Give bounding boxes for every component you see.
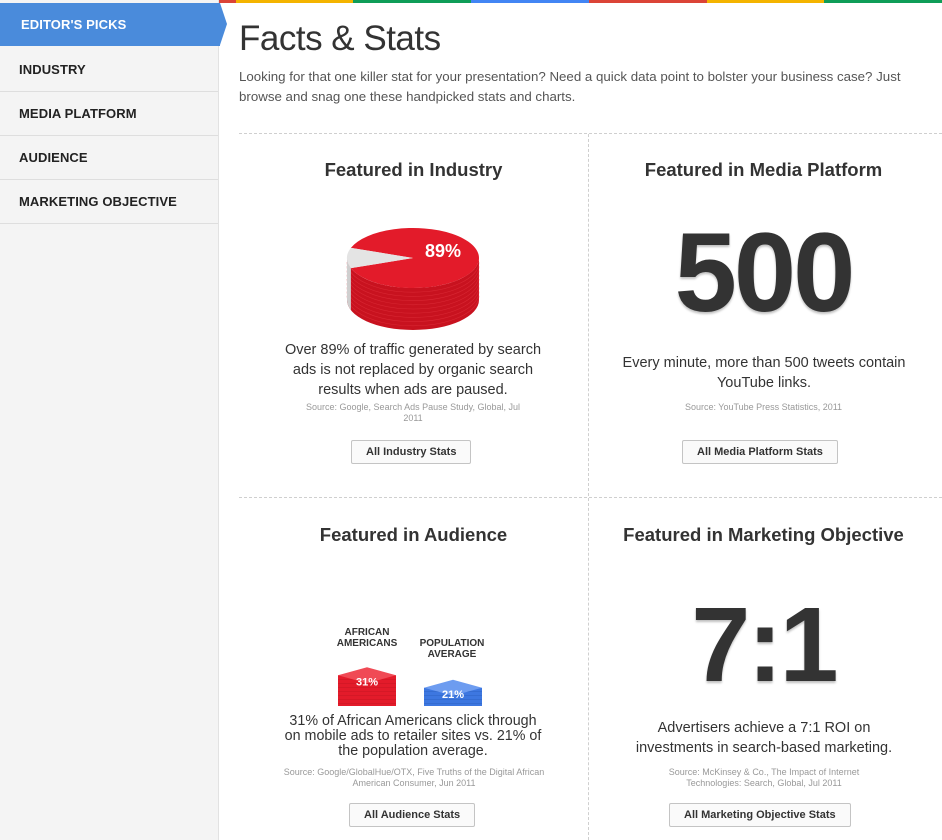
sidebar-item-industry[interactable]: INDUSTRY xyxy=(0,48,218,92)
bar-1-value-label: 31% xyxy=(356,676,378,688)
panel-title-marketing-objective: Featured in Marketing Objective xyxy=(623,524,904,545)
industry-source: Source: Google, Search Ads Pause Study, … xyxy=(306,402,520,423)
panel-marketing-objective: Featured in Marketing Objective 7:1 Adve… xyxy=(589,498,938,840)
industry-pie-chart: 89% xyxy=(346,228,480,330)
all-marketing-objective-stats-button[interactable]: All Marketing Objective Stats xyxy=(669,803,851,827)
sidebar-item-marketing-objective[interactable]: MARKETING OBJECTIVE xyxy=(0,180,218,224)
objective-description: Advertisers achieve a 7:1 ROI on investm… xyxy=(635,720,893,756)
industry-description: Over 89% of traffic generated by search … xyxy=(284,342,542,398)
all-media-platform-stats-button[interactable]: All Media Platform Stats xyxy=(682,440,838,464)
objective-big-number: 7:1 xyxy=(691,586,838,704)
bar-2-value-label: 21% xyxy=(442,689,464,701)
bar-category-label-1: AFRICAN AMERICANS xyxy=(337,627,398,649)
sidebar: EDITOR'S PICKS INDUSTRY MEDIA PLATFORM A… xyxy=(0,0,227,840)
panel-title-media-platform: Featured in Media Platform xyxy=(644,159,883,180)
objective-source: Source: McKinsey & Co., The Impact of In… xyxy=(668,767,860,788)
sidebar-item-editors-picks[interactable]: EDITOR'S PICKS xyxy=(0,3,227,46)
media-description: Every minute, more than 500 tweets conta… xyxy=(622,355,906,391)
sidebar-item-audience[interactable]: AUDIENCE xyxy=(0,136,218,180)
audience-bar-chart: AFRICAN AMERICANS POPULATION AVERAGE 31% 21… xyxy=(337,627,485,706)
sidebar-nav: INDUSTRY MEDIA PLATFORM AUDIENCE MARKETI… xyxy=(0,48,218,224)
page-title: Facts & Stats xyxy=(239,19,441,58)
main-content: Facts & Stats Looking for that one kille… xyxy=(239,0,942,840)
audience-source: Source: Google/GlobalHue/OTX, Five Truth… xyxy=(283,767,545,788)
panel-title-audience: Featured in Audience xyxy=(319,524,508,545)
industry-pie-label: 89% xyxy=(425,241,461,261)
media-source: Source: YouTube Press Statistics, 2011 xyxy=(684,402,843,412)
panel-industry: Featured in Industry 89% Over 89% of tra… xyxy=(239,134,588,497)
page-intro: Looking for that one killer stat for you… xyxy=(239,69,901,104)
media-big-number: 500 xyxy=(674,210,856,335)
sidebar-item-media-platform[interactable]: MEDIA PLATFORM xyxy=(0,92,218,136)
all-audience-stats-button[interactable]: All Audience Stats xyxy=(349,803,476,827)
panel-audience: Featured in Audience AFRICAN AMERICANS PO… xyxy=(239,498,588,840)
all-industry-stats-button[interactable]: All Industry Stats xyxy=(351,440,472,464)
bar-category-label-2: POPULATION AVERAGE xyxy=(420,638,485,660)
panel-media-platform: Featured in Media Platform 500 Every min… xyxy=(589,134,938,497)
audience-description: 31% of African Americans click through o… xyxy=(284,713,542,759)
panel-title-industry: Featured in Industry xyxy=(324,159,503,180)
